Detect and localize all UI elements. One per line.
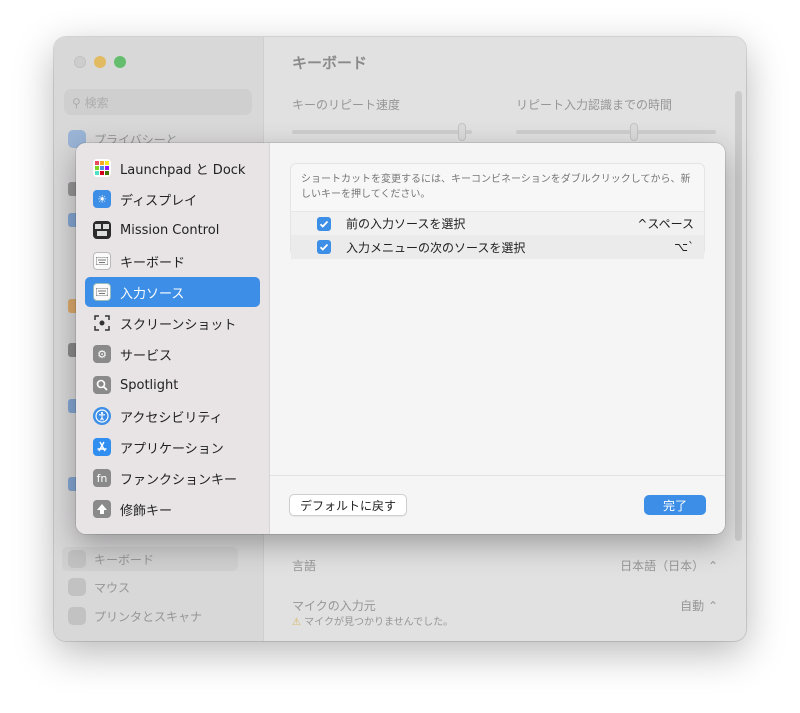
shortcut-key-combo[interactable]: ^スペース [637, 215, 694, 232]
category-label: ファンクションキー [120, 472, 238, 488]
shortcut-name: 入力メニューの次のソースを選択 [346, 240, 526, 255]
category-mission-control[interactable]: Mission Control [85, 215, 260, 245]
category-keyboard[interactable]: キーボード [85, 246, 260, 276]
category-label: Launchpad と Dock [120, 162, 246, 178]
category-label: サービス [120, 348, 173, 364]
spotlight-icon [93, 376, 111, 394]
category-label: キーボード [120, 255, 186, 271]
category-label: 入力ソース [120, 286, 185, 302]
shortcut-enabled-checkbox[interactable] [317, 240, 331, 254]
modifier-key-icon [93, 500, 111, 518]
shortcut-category-list: Launchpad と Dock ☀ ディスプレイ Mission Contro… [76, 143, 270, 534]
category-spotlight[interactable]: Spotlight [85, 370, 260, 400]
done-button[interactable]: 完了 [644, 495, 706, 515]
keyboard-icon [93, 252, 111, 270]
app-store-icon [93, 438, 111, 456]
fn-key-icon: fn [93, 469, 111, 487]
checkmark-icon [319, 220, 329, 228]
category-accessibility[interactable]: アクセシビリティ [85, 401, 260, 431]
mission-control-icon [93, 221, 111, 239]
shortcut-row[interactable]: 入力メニューの次のソースを選択 ⌥` [291, 235, 704, 259]
services-gear-icon: ⚙ [93, 345, 111, 363]
shortcut-list: ショートカットを変更するには、キーコンビネーションをダブルクリックしてから、新し… [290, 163, 705, 259]
footer-divider [270, 475, 725, 476]
category-launchpad-dock[interactable]: Launchpad と Dock [85, 153, 260, 183]
category-label: 修飾キー [120, 503, 173, 519]
category-services[interactable]: ⚙ サービス [85, 339, 260, 369]
accessibility-icon [93, 407, 111, 425]
category-label: アクセシビリティ [120, 410, 223, 426]
category-app-shortcuts[interactable]: アプリケーション [85, 432, 260, 462]
shortcut-row[interactable]: 前の入力ソースを選択 ^スペース [291, 211, 704, 235]
category-label: Mission Control [120, 222, 220, 238]
checkmark-icon [319, 243, 329, 251]
shortcut-detail-pane: ショートカットを変更するには、キーコンビネーションをダブルクリックしてから、新し… [270, 143, 725, 534]
restore-defaults-button[interactable]: デフォルトに戻す [289, 494, 408, 516]
category-input-sources[interactable]: 入力ソース [85, 277, 260, 307]
category-label: アプリケーション [120, 441, 224, 457]
shortcut-name: 前の入力ソースを選択 [346, 217, 466, 231]
category-label: ディスプレイ [120, 193, 198, 209]
screenshot-icon [93, 314, 111, 332]
category-modifier-keys[interactable]: 修飾キー [85, 494, 260, 524]
category-label: スクリーンショット [120, 317, 237, 333]
category-screenshots[interactable]: スクリーンショット [85, 308, 260, 338]
category-displays[interactable]: ☀ ディスプレイ [85, 184, 260, 214]
shortcut-instructions: ショートカットを変更するには、キーコンビネーションをダブルクリックしてから、新し… [301, 174, 691, 200]
keyboard-shortcuts-sheet: Launchpad と Dock ☀ ディスプレイ Mission Contro… [76, 143, 725, 534]
display-icon: ☀ [93, 190, 111, 208]
category-function-keys[interactable]: fn ファンクションキー [85, 463, 260, 493]
shortcut-key-combo[interactable]: ⌥` [674, 240, 694, 254]
category-label: Spotlight [120, 377, 179, 393]
input-sources-icon [93, 283, 111, 301]
launchpad-dock-icon [93, 159, 111, 177]
shortcut-enabled-checkbox[interactable] [317, 216, 331, 231]
